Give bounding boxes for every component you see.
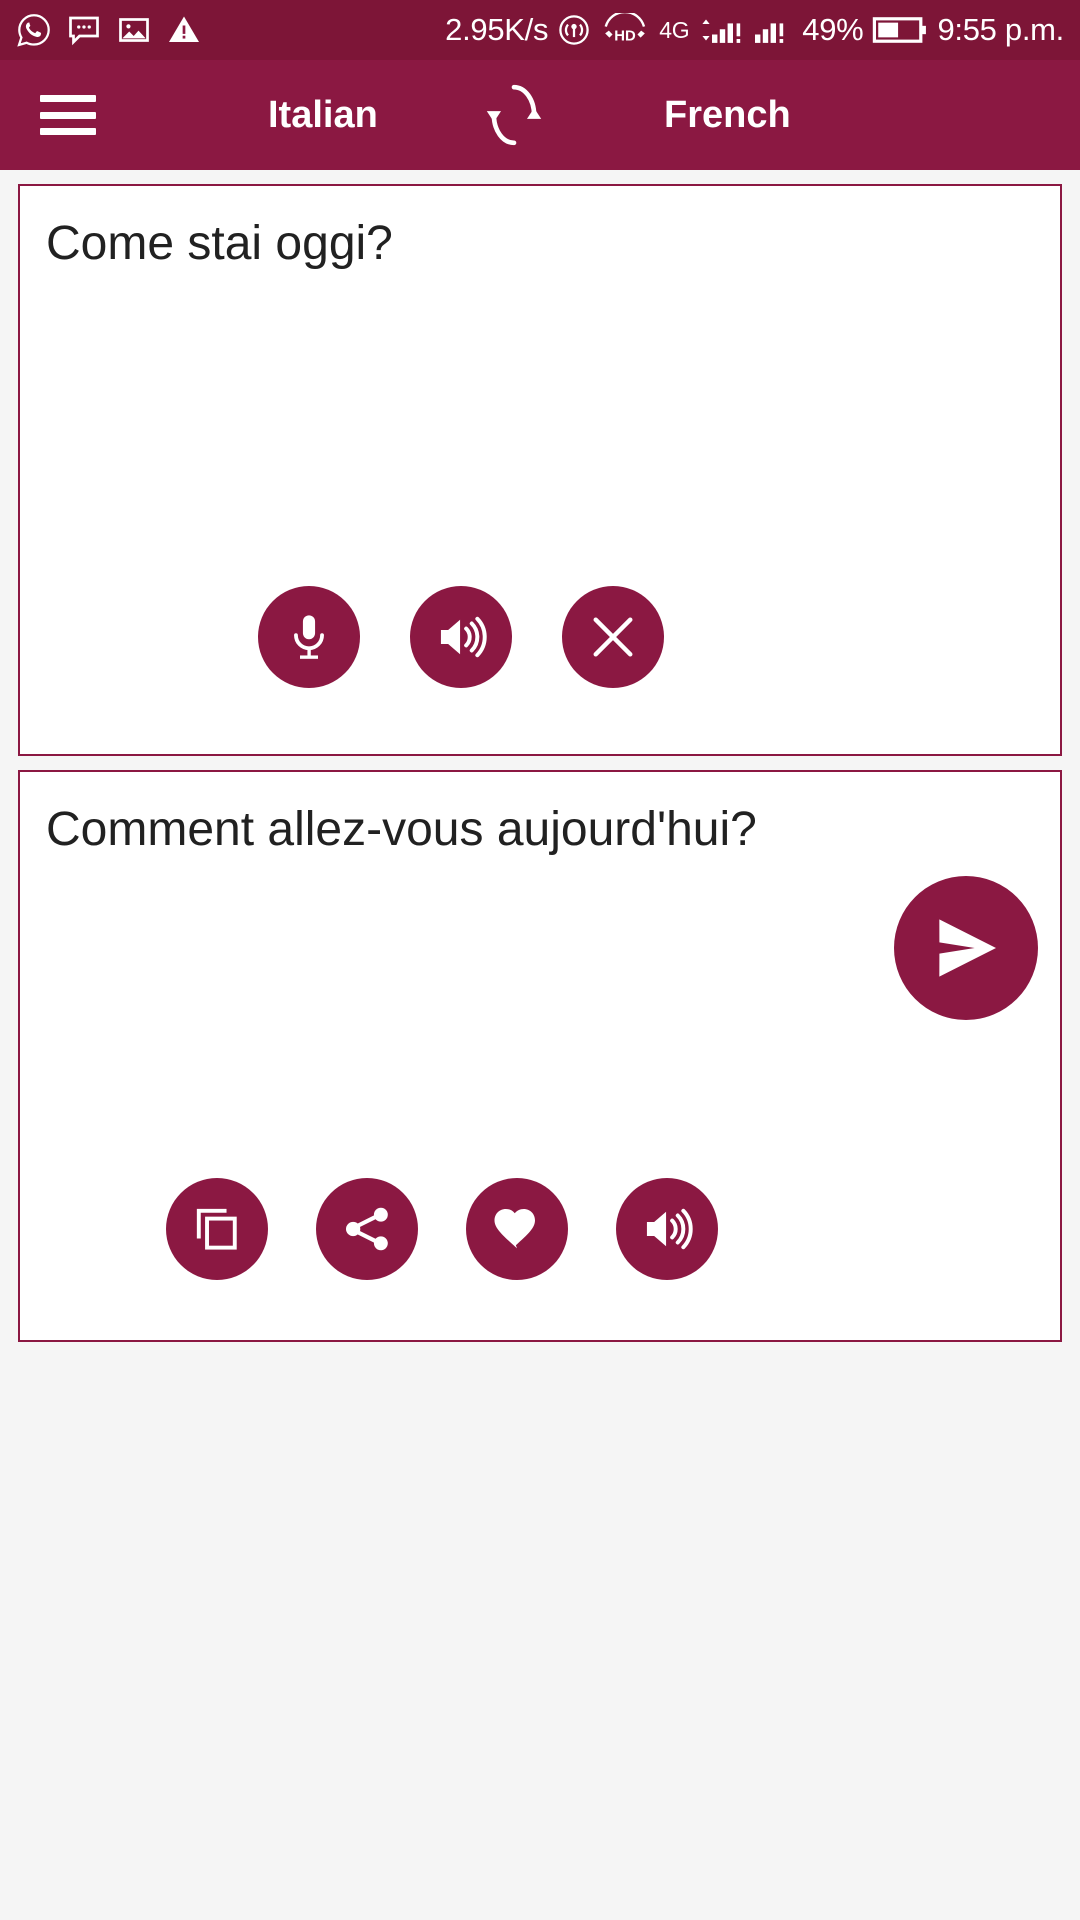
app-bar: Italian French	[0, 60, 1080, 170]
source-text-word-misspelled: stai	[187, 217, 263, 270]
speaker-icon	[646, 1208, 693, 1250]
speaker-icon	[440, 616, 487, 658]
swap-languages-icon[interactable]	[480, 81, 548, 149]
target-language-selector[interactable]: French	[664, 94, 791, 137]
translation-action-buttons	[20, 1178, 1060, 1340]
hamburger-line	[40, 111, 96, 119]
status-bar-notifications	[16, 12, 202, 48]
source-text-word: Come	[46, 217, 188, 270]
signal-bars-sim2-icon	[755, 23, 784, 43]
heart-icon	[494, 1208, 535, 1249]
favorite-button[interactable]	[466, 1178, 568, 1280]
share-button[interactable]	[316, 1178, 418, 1280]
hotspot-icon	[559, 15, 589, 45]
source-text[interactable]: Come stai oggi?	[20, 186, 1060, 271]
microphone-button[interactable]	[258, 586, 360, 688]
copy-icon	[196, 1208, 237, 1250]
speak-source-button[interactable]	[410, 586, 512, 688]
battery-icon	[873, 17, 927, 43]
svg-text:HD: HD	[614, 28, 636, 44]
battery-percent-label: 49%	[802, 12, 864, 47]
translated-text: Comment allez-vous aujourd'hui?	[46, 803, 757, 856]
translate-send-button[interactable]	[894, 876, 1038, 1020]
whatsapp-icon	[17, 14, 50, 47]
hamburger-menu-icon[interactable]	[40, 95, 96, 135]
source-text-space	[262, 217, 275, 270]
source-language-selector[interactable]: Italian	[268, 94, 378, 137]
source-text-word-misspelled: oggi	[275, 217, 367, 270]
hd-call-icon: HD	[604, 13, 646, 44]
hamburger-line	[40, 128, 96, 135]
status-bar: 2.95K/s HD 4G 49% 9:55 p.m.	[0, 0, 1080, 60]
warning-icon	[169, 16, 199, 42]
network-type-label: 4G	[659, 16, 690, 43]
source-text-word: ?	[366, 217, 393, 270]
share-icon	[345, 1207, 388, 1251]
source-text-card[interactable]: Come stai oggi?	[18, 184, 1062, 756]
microphone-icon	[294, 615, 324, 659]
clock-label: 9:55 p.m.	[937, 12, 1064, 47]
source-action-buttons	[20, 586, 1060, 754]
translation-area: Come stai oggi? Comment allez-vous aujou…	[0, 170, 1080, 1920]
message-icon	[69, 16, 99, 46]
speak-translation-button[interactable]	[616, 1178, 718, 1280]
hamburger-line	[40, 95, 96, 102]
clear-text-button[interactable]	[562, 586, 664, 688]
translated-text-card[interactable]: Comment allez-vous aujourd'hui?	[18, 770, 1062, 1342]
network-speed-label: 2.95K/s	[445, 12, 549, 47]
image-icon	[119, 18, 149, 42]
signal-bars-sim1-icon	[702, 19, 741, 43]
copy-button[interactable]	[166, 1178, 268, 1280]
send-icon	[939, 919, 996, 977]
close-icon	[593, 617, 633, 657]
status-bar-system: 2.95K/s HD 4G 49% 9:55 p.m.	[445, 12, 1064, 48]
